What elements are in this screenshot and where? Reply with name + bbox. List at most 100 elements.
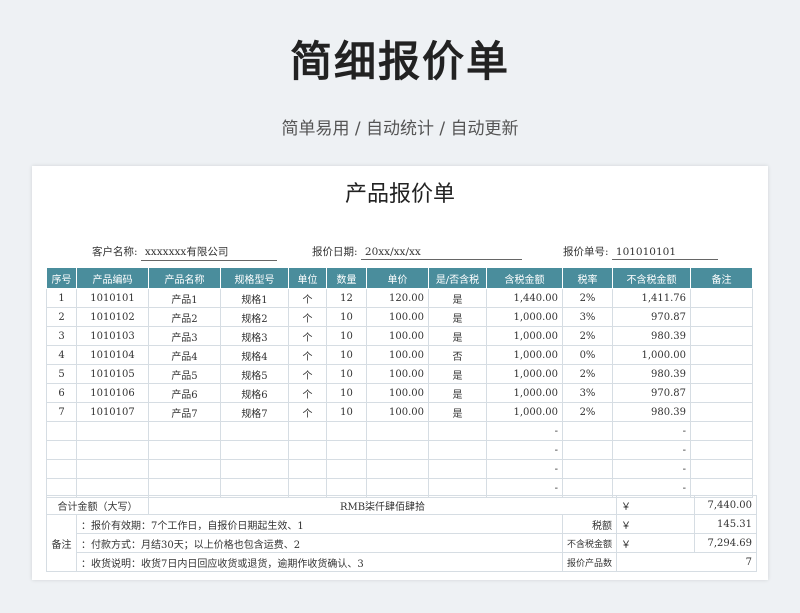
customer-value[interactable]: xxxxxxx有限公司 xyxy=(140,244,277,261)
table-cell[interactable]: - xyxy=(486,459,563,479)
note-2[interactable]: ：付款方式：月结30天；以上价格也包含运费、2 xyxy=(76,533,563,553)
table-cell[interactable]: 1010104 xyxy=(76,345,149,365)
count-value[interactable]: 7 xyxy=(616,552,758,572)
table-cell[interactable]: 产品3 xyxy=(148,326,221,346)
column-header[interactable]: 数量 xyxy=(326,267,367,289)
table-cell[interactable] xyxy=(562,440,613,460)
table-cell[interactable] xyxy=(428,459,487,479)
table-cell[interactable] xyxy=(148,421,221,441)
table-cell[interactable] xyxy=(46,440,77,460)
table-cell[interactable]: 1010103 xyxy=(76,326,149,346)
table-cell[interactable]: 6 xyxy=(46,383,77,403)
note-3[interactable]: ：收货说明：收货7日内日回应收货或退货，逾期作收货确认、3 xyxy=(76,552,563,572)
table-cell[interactable]: 0% xyxy=(562,345,613,365)
table-cell[interactable] xyxy=(326,421,367,441)
table-cell[interactable]: 2% xyxy=(562,364,613,384)
table-cell[interactable]: 产品7 xyxy=(148,402,221,422)
table-cell[interactable] xyxy=(148,459,221,479)
table-cell[interactable] xyxy=(220,421,289,441)
column-header[interactable]: 备注 xyxy=(690,267,753,289)
table-cell[interactable]: 1,411.76 xyxy=(612,288,691,308)
table-cell[interactable]: 产品1 xyxy=(148,288,221,308)
column-header[interactable]: 产品编码 xyxy=(76,267,149,289)
table-cell[interactable]: 1010102 xyxy=(76,307,149,327)
quote-no-value[interactable]: 101010101 xyxy=(611,246,718,260)
table-cell[interactable]: 个 xyxy=(288,326,327,346)
table-cell[interactable]: 规格4 xyxy=(220,345,289,365)
table-cell[interactable]: 是 xyxy=(428,383,487,403)
table-cell[interactable]: 个 xyxy=(288,307,327,327)
table-cell[interactable] xyxy=(326,459,367,479)
table-cell[interactable] xyxy=(690,440,753,460)
table-cell[interactable]: 规格1 xyxy=(220,288,289,308)
column-header[interactable]: 不含税金额 xyxy=(612,267,691,289)
table-cell[interactable]: 2 xyxy=(46,307,77,327)
table-cell[interactable]: 100.00 xyxy=(366,402,429,422)
table-cell[interactable]: 7 xyxy=(46,402,77,422)
table-cell[interactable]: 120.00 xyxy=(366,288,429,308)
column-header[interactable]: 单位 xyxy=(288,267,327,289)
table-cell[interactable] xyxy=(562,459,613,479)
column-header[interactable]: 税率 xyxy=(562,267,613,289)
table-cell[interactable] xyxy=(690,459,753,479)
column-header[interactable]: 是/否含税 xyxy=(428,267,487,289)
table-cell[interactable] xyxy=(76,459,149,479)
table-cell[interactable] xyxy=(690,345,753,365)
table-cell[interactable] xyxy=(366,440,429,460)
table-cell[interactable]: 否 xyxy=(428,345,487,365)
table-cell[interactable]: 10 xyxy=(326,326,367,346)
table-cell[interactable]: 3 xyxy=(46,326,77,346)
table-cell[interactable]: 1,440.00 xyxy=(486,288,563,308)
table-cell[interactable] xyxy=(288,459,327,479)
table-cell[interactable]: 4 xyxy=(46,345,77,365)
table-cell[interactable]: - xyxy=(486,440,563,460)
table-cell[interactable]: 10 xyxy=(326,364,367,384)
table-cell[interactable]: 规格2 xyxy=(220,307,289,327)
table-cell[interactable] xyxy=(366,459,429,479)
table-cell[interactable] xyxy=(46,459,77,479)
table-cell[interactable] xyxy=(288,421,327,441)
column-header[interactable]: 产品名称 xyxy=(148,267,221,289)
table-cell[interactable]: - xyxy=(486,421,563,441)
table-cell[interactable]: 产品5 xyxy=(148,364,221,384)
table-cell[interactable]: 个 xyxy=(288,345,327,365)
table-cell[interactable]: 是 xyxy=(428,402,487,422)
table-cell[interactable]: 3% xyxy=(562,307,613,327)
table-cell[interactable]: 100.00 xyxy=(366,326,429,346)
table-cell[interactable] xyxy=(76,421,149,441)
table-cell[interactable]: 10 xyxy=(326,402,367,422)
table-cell[interactable]: 1,000.00 xyxy=(486,345,563,365)
table-cell[interactable] xyxy=(690,402,753,422)
table-cell[interactable] xyxy=(220,440,289,460)
table-cell[interactable]: 规格7 xyxy=(220,402,289,422)
table-cell[interactable]: 是 xyxy=(428,288,487,308)
table-cell[interactable]: 规格6 xyxy=(220,383,289,403)
table-cell[interactable]: 970.87 xyxy=(612,307,691,327)
table-cell[interactable]: 100.00 xyxy=(366,383,429,403)
table-cell[interactable]: - xyxy=(612,440,691,460)
table-cell[interactable]: 产品6 xyxy=(148,383,221,403)
table-cell[interactable]: 1,000.00 xyxy=(486,364,563,384)
table-cell[interactable]: 12 xyxy=(326,288,367,308)
column-header[interactable]: 单价 xyxy=(366,267,429,289)
table-cell[interactable] xyxy=(366,421,429,441)
table-cell[interactable]: 2% xyxy=(562,402,613,422)
table-cell[interactable]: 10 xyxy=(326,307,367,327)
table-cell[interactable]: 个 xyxy=(288,402,327,422)
table-cell[interactable]: 10 xyxy=(326,383,367,403)
table-cell[interactable] xyxy=(690,307,753,327)
table-cell[interactable] xyxy=(76,440,149,460)
column-header[interactable]: 规格型号 xyxy=(220,267,289,289)
table-cell[interactable] xyxy=(428,421,487,441)
table-cell[interactable]: 2% xyxy=(562,326,613,346)
table-cell[interactable] xyxy=(220,459,289,479)
total-words[interactable]: RMB柒仟肆佰肆拾 xyxy=(147,495,618,515)
table-cell[interactable] xyxy=(562,421,613,441)
table-cell[interactable] xyxy=(690,288,753,308)
table-cell[interactable]: 1,000.00 xyxy=(486,402,563,422)
table-cell[interactable]: 100.00 xyxy=(366,345,429,365)
table-cell[interactable]: 1,000.00 xyxy=(486,326,563,346)
table-cell[interactable]: 1,000.00 xyxy=(486,307,563,327)
table-cell[interactable]: 100.00 xyxy=(366,307,429,327)
note-1[interactable]: ：报价有效期：7个工作日，自报价日期起生效、1 xyxy=(76,514,563,534)
